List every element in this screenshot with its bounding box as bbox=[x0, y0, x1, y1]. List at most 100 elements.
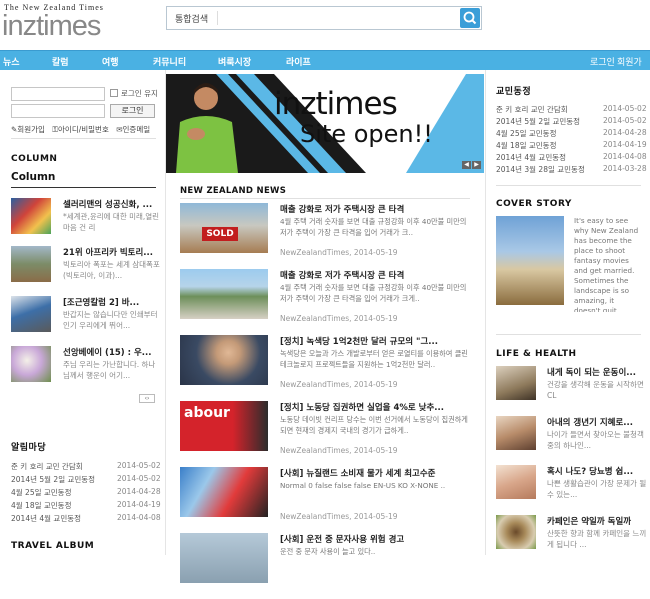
news-item[interactable]: [사회] 뉴질랜드 소비재 물가 세계 최고수준 Normal 0 false … bbox=[180, 467, 470, 533]
column-item-desc: 빅토리아 폭포는 세계 삼대폭포 (빅토리아, 이과)... bbox=[63, 260, 160, 280]
column-heading: Column bbox=[11, 171, 56, 183]
news-desc: 4월 주택 거래 숫자를 보면 대출 규정강화 이후 40만불 미만의 저가 주… bbox=[280, 217, 467, 237]
news-thumb: abour bbox=[180, 401, 268, 451]
life-thumb bbox=[496, 416, 536, 450]
news-title[interactable]: 매출 강화로 저가 주택시장 큰 타격 bbox=[280, 203, 470, 215]
login-divider bbox=[11, 138, 156, 139]
login-button[interactable]: 로그인 bbox=[110, 104, 155, 118]
right-divider bbox=[485, 70, 486, 555]
life-item[interactable]: 카페인은 약일까 독일까 산뜻한 향과 함께 카페인을 느끼게 됩니다 ... bbox=[496, 515, 646, 559]
column-item[interactable]: 선앙베에이 (15) : 우... 주님 우리는 가난합니다. 하나님께서 행운… bbox=[11, 346, 161, 386]
cover-rule bbox=[496, 334, 641, 335]
column-thumb bbox=[11, 198, 51, 234]
notice-item[interactable]: 4월 18일 교민동정 bbox=[11, 500, 71, 511]
news-item[interactable]: [사회] 운전 중 문자사용 위험 경고 운전 중 문자 사용이 늘고 있다.. bbox=[180, 533, 470, 599]
search-scope-select[interactable]: 통합검색 bbox=[175, 12, 208, 25]
news-title[interactable]: [사회] 운전 중 문자사용 위험 경고 bbox=[280, 533, 470, 545]
news-thumb bbox=[180, 269, 268, 319]
notice-date: 2014-05-02 bbox=[603, 104, 647, 113]
travel-album-title: TRAVEL ALBUM bbox=[11, 541, 95, 551]
notice-item[interactable]: 준 키 호리 교민 간담회 bbox=[11, 461, 83, 472]
notice-item[interactable]: 2014년 5월 2일 교민동정 bbox=[496, 116, 580, 127]
life-item-title[interactable]: 내게 독이 되는 운동이... bbox=[547, 366, 647, 378]
news-thumb bbox=[180, 467, 268, 517]
notice-item[interactable]: 4월 25일 교민동정 bbox=[496, 128, 556, 139]
nav-item-travel[interactable]: 여행 bbox=[102, 55, 119, 68]
hero-prev-button[interactable]: ◀ bbox=[462, 161, 471, 169]
search-box[interactable]: 통합검색 bbox=[166, 6, 482, 30]
cover-story-text: It's easy to see why New Zealand has bec… bbox=[574, 216, 639, 312]
news-title[interactable]: [정치] 녹색당 1억2천만 달러 규모의 "그... bbox=[280, 335, 470, 347]
news-item[interactable]: 매출 강화로 저가 주택시장 큰 타격 4월 주택 거래 숫자를 보면 대출 규… bbox=[180, 269, 470, 335]
notice-right-rule bbox=[496, 185, 641, 186]
news-desc: Normal 0 false false false EN-US KO X-NO… bbox=[280, 481, 446, 490]
column-item-title[interactable]: 셀러리맨의 성공신화, ... bbox=[63, 198, 161, 210]
life-item[interactable]: 혹시 나도? 당뇨병 쉽... 나쁜 생활습관이 가장 문제가 될 수 있는..… bbox=[496, 465, 646, 509]
verify-mail-link[interactable]: 인증메일 bbox=[123, 125, 151, 134]
notice-item[interactable]: 2014년 4월 교민동정 bbox=[11, 513, 81, 524]
nav-signup-link[interactable]: 회원가입 bbox=[617, 55, 650, 81]
notice-item[interactable]: 2014년 4월 교민동정 bbox=[496, 152, 566, 163]
nav-item-market[interactable]: 벼룩시장 bbox=[218, 55, 251, 68]
life-item-desc: 산뜻한 향과 함께 카페인을 느끼게 됩니다 ... bbox=[547, 529, 647, 549]
signup-link[interactable]: 회원가입 bbox=[17, 125, 45, 134]
main-nav: 뉴스 칼럼 여행 커뮤니티 벼룩시장 라이프 로그인 회원가입 bbox=[0, 50, 650, 81]
nav-item-community[interactable]: 커뮤니티 bbox=[153, 55, 186, 68]
notice-item[interactable]: 2014년 5월 2일 교민동정 bbox=[11, 474, 95, 485]
column-item[interactable]: [조근영칼럼 2] 바... 반갑지는 않습니다만 인쇄부터 인기 우리에게 뛰… bbox=[11, 296, 161, 336]
column-thumb bbox=[11, 346, 51, 382]
notice-right-title: 교민동정 bbox=[496, 87, 532, 97]
nav-login-link[interactable]: 로그인 bbox=[590, 55, 615, 68]
cover-story-title: COVER STORY bbox=[496, 199, 572, 209]
column-item-title[interactable]: 선앙베에이 (15) : 우... bbox=[63, 346, 161, 358]
life-thumb bbox=[496, 366, 536, 400]
column-item-title[interactable]: 21위 아프리카 빅토리... bbox=[63, 246, 161, 258]
login-links: ✎회원가입 ⚿아이디/비밀번호 ✉인증메일 bbox=[11, 124, 150, 135]
news-title[interactable]: 매출 강화로 저가 주택시장 큰 타격 bbox=[280, 269, 470, 281]
notice-item[interactable]: 준 키 호리 교민 간담회 bbox=[496, 104, 568, 115]
notice-date: 2014-05-02 bbox=[117, 474, 161, 483]
notice-item[interactable]: 4월 25일 교민동정 bbox=[11, 487, 71, 498]
hero-next-button[interactable]: ▶ bbox=[472, 161, 481, 169]
news-desc: 운전 중 문자 사용이 늘고 있다.. bbox=[280, 547, 376, 556]
nav-item-news[interactable]: 뉴스 bbox=[3, 55, 20, 68]
column-item[interactable]: 21위 아프리카 빅토리... 빅토리아 폭포는 세계 삼대폭포 (빅토리아, … bbox=[11, 246, 161, 286]
notice-date: 2014-04-08 bbox=[603, 152, 647, 161]
find-account-link[interactable]: 아이디/비밀번호 bbox=[58, 125, 109, 134]
column-item-title[interactable]: [조근영칼럼 2] 바... bbox=[63, 296, 161, 308]
column-pager[interactable]: ‹› bbox=[139, 394, 155, 403]
notice-date: 2014-03-28 bbox=[603, 164, 647, 173]
notice-left-title: 알림마당 bbox=[11, 443, 47, 453]
life-item[interactable]: 아내의 갱년기 지혜로... 나이가 들면서 찾아오는 불청객 중의 하나인..… bbox=[496, 416, 646, 460]
life-item-title[interactable]: 혹시 나도? 당뇨병 쉽... bbox=[547, 465, 647, 477]
life-item-desc: 나이가 들면서 찾아오는 불청객 중의 하나인... bbox=[547, 430, 644, 450]
notice-item[interactable]: 2014년 3월 28일 교민동정 bbox=[496, 164, 585, 175]
life-item-desc: 건강을 생각해 운동을 시작하면 CL bbox=[547, 380, 644, 400]
life-item-title[interactable]: 아내의 갱년기 지혜로... bbox=[547, 416, 647, 428]
hero-banner[interactable]: inztimes Site open!! ◀ ▶ bbox=[166, 74, 484, 173]
news-item[interactable]: [정치] 녹색당 1억2천만 달러 규모의 "그... 녹색당은 오늘과 가스 … bbox=[180, 335, 470, 401]
news-title[interactable]: [정치] 노동당 집권하면 실업을 4%로 낮추... bbox=[280, 401, 470, 413]
news-item[interactable]: abour [정치] 노동당 집권하면 실업을 4%로 낮추... 노동당 데이… bbox=[180, 401, 470, 467]
news-item[interactable]: SOLD 매출 강화로 저가 주택시장 큰 타격 4월 주택 거래 숫자를 보면… bbox=[180, 203, 470, 269]
notice-item[interactable]: 4월 18일 교민동정 bbox=[496, 140, 556, 151]
keep-login-checkbox[interactable] bbox=[110, 89, 118, 97]
news-divider bbox=[180, 198, 470, 199]
news-desc: 노동당 데이빗 컨리프 당수는 이번 선거에서 노동당이 집권하게 되면 현재의… bbox=[280, 415, 468, 435]
column-item[interactable]: 셀러리맨의 성공신화, ... *세계관,윤리에 대한 미래,열린 마음 건 리 bbox=[11, 198, 161, 238]
login-id-input[interactable] bbox=[11, 87, 105, 101]
life-thumb bbox=[496, 465, 536, 499]
cover-story-image[interactable] bbox=[496, 216, 564, 305]
nav-item-column[interactable]: 칼럼 bbox=[52, 55, 69, 68]
login-password-input[interactable] bbox=[11, 104, 105, 118]
column-item-desc: 주님 우리는 가난합니다. 하나님께서 행운이 어기... bbox=[63, 360, 156, 380]
news-title[interactable]: [사회] 뉴질랜드 소비재 물가 세계 최고수준 bbox=[280, 467, 470, 479]
news-meta: NewZealandTimes, 2014-05-19 bbox=[280, 512, 398, 521]
life-item-title[interactable]: 카페인은 약일까 독일까 bbox=[547, 515, 647, 527]
site-logo[interactable]: inztimes bbox=[2, 10, 101, 43]
hero-headline: Site open!! bbox=[300, 120, 433, 148]
life-item[interactable]: 내게 독이 되는 운동이... 건강을 생각해 운동을 시작하면 CL bbox=[496, 366, 646, 410]
search-button[interactable] bbox=[460, 8, 480, 28]
news-meta: NewZealandTimes, 2014-05-19 bbox=[280, 446, 398, 455]
nav-item-life[interactable]: 라이프 bbox=[286, 55, 311, 68]
